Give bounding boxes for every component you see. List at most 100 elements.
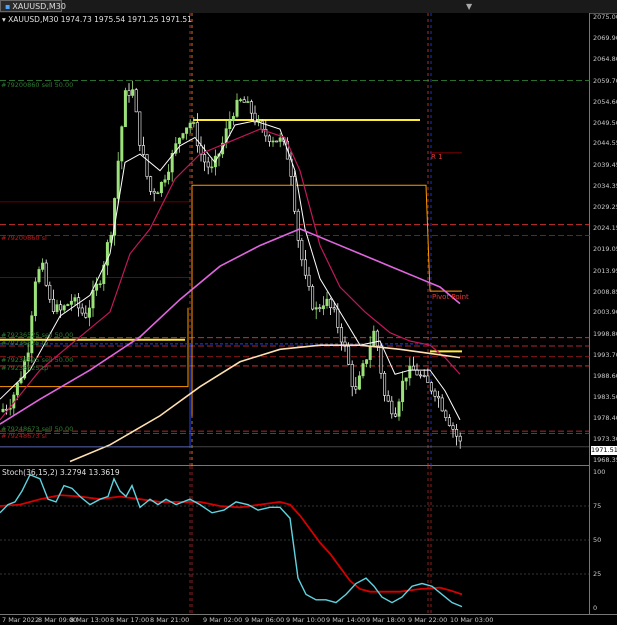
- time-tick-label: 9 Mar 06:00: [245, 616, 285, 624]
- time-tick-label: 9 Mar 22:00: [408, 616, 448, 624]
- candle-body: [372, 330, 376, 347]
- stochastic-panel[interactable]: Stoch(36,15,2) 3.2794 13.3619: [0, 466, 590, 614]
- candle-body: [303, 259, 307, 276]
- candle-body: [314, 307, 318, 310]
- candle-body: [354, 386, 358, 390]
- candle-body: [275, 140, 279, 143]
- candle-body: [91, 289, 95, 309]
- stoch-axis[interactable]: 100 75 50 25 0: [590, 466, 617, 614]
- candle-body: [375, 330, 379, 347]
- candle-body: [131, 89, 135, 96]
- price-tick-label: 2064.80: [593, 55, 617, 64]
- candle-body: [138, 111, 142, 146]
- price-tick-label: 2069.90: [593, 34, 617, 43]
- symbol-label: XAUUSD,M30: [8, 15, 59, 24]
- stoch-main-line: [0, 473, 463, 608]
- price-tick-label: 1988.60: [593, 371, 617, 380]
- candle-body: [185, 127, 189, 134]
- candle-body: [260, 120, 264, 130]
- candle-body: [278, 137, 282, 142]
- ma-long-line: [69, 344, 461, 463]
- time-tick-label: 8 Mar 13:00: [70, 616, 110, 624]
- candle-body: [1, 408, 5, 412]
- stoch-tick-label: 50: [593, 536, 602, 544]
- stochastic-canvas: [0, 466, 590, 614]
- trade-label-t6[interactable]: #79236525 tp: [1, 364, 48, 372]
- trade-label-t8[interactable]: #79248673 sl: [1, 432, 47, 440]
- candle-body: [311, 286, 315, 310]
- candle-body: [120, 126, 124, 162]
- time-tick-label: 7 Mar 2022: [2, 616, 40, 624]
- candle-body: [163, 179, 167, 183]
- price-chart-panel[interactable]: ▾ XAUUSD,M30 1974.73 1975.54 1971.25 197…: [0, 13, 590, 466]
- trade-label-t5[interactable]: #79236525 sell 50.00: [1, 356, 73, 364]
- price-tick-label: 2024.15: [593, 224, 617, 233]
- candle-body: [368, 346, 372, 360]
- r1-label: R 1: [431, 153, 443, 161]
- candle-body: [210, 166, 214, 169]
- candle-body: [447, 417, 451, 426]
- stoch-signal-line: [0, 494, 463, 596]
- candle-body: [159, 181, 163, 194]
- price-chart-canvas: [0, 13, 590, 466]
- price-tick-label: 1973.30: [593, 435, 617, 444]
- trade-label-t1[interactable]: #79200860 sell 50.00: [1, 81, 73, 89]
- ohlc-values: 1974.73 1975.54 1971.25 1971.51: [60, 15, 192, 24]
- price-tick-label: 1978.40: [593, 414, 617, 423]
- candle-body: [408, 365, 412, 379]
- candle-body: [332, 307, 336, 310]
- chart-tab-label: XAUUSD,M30: [12, 2, 66, 11]
- time-tick-label: 9 Mar 18:00: [366, 616, 406, 624]
- candle-body: [167, 171, 171, 181]
- candle-body: [62, 305, 66, 311]
- ma-slow-line: [0, 227, 461, 425]
- trade-label-t4[interactable]: #79236525 tp: [1, 339, 48, 347]
- pivot-point-label: Pivot Point: [432, 293, 469, 301]
- time-tick-label: 8 Mar 21:00: [150, 616, 190, 624]
- candle-body: [437, 396, 441, 399]
- time-axis[interactable]: 7 Mar 2022 8 Mar 09:00 8 Mar 13:00 8 Mar 17…: [0, 614, 617, 625]
- chart-shift-marker-icon[interactable]: ▼: [466, 2, 472, 11]
- price-tick-label: 2013.95: [593, 266, 617, 275]
- price-tick-label: 2054.60: [593, 97, 617, 106]
- candle-body: [383, 372, 387, 396]
- candle-body: [206, 161, 210, 168]
- candle-body: [37, 269, 41, 283]
- candle-body: [51, 298, 55, 312]
- candle-body: [44, 262, 48, 286]
- price-tick-label: 1983.50: [593, 393, 617, 402]
- candle-body: [357, 375, 361, 390]
- price-tick-label: 2003.90: [593, 308, 617, 317]
- collapse-arrow-icon[interactable]: ▾: [2, 15, 6, 24]
- candle-body: [455, 429, 459, 437]
- candle-body: [239, 99, 243, 101]
- candle-body: [95, 283, 99, 291]
- price-axis[interactable]: 2075.00 2069.90 2064.80 2059.70 2054.60 2049.…: [590, 13, 617, 466]
- trade-label-t3[interactable]: #79236525 sell 50.00: [1, 331, 73, 339]
- chart-symbol-header: ▾ XAUUSD,M30 1974.73 1975.54 1971.25 197…: [2, 15, 192, 24]
- chart-tab-xauusd-m30[interactable]: ▪ XAUUSD,M30: [0, 0, 66, 12]
- price-tick-label: 2049.50: [593, 118, 617, 127]
- candle-body: [246, 101, 250, 103]
- trade-label-t2[interactable]: #79200860 sl: [1, 234, 47, 242]
- stoch-tick-label: 0: [593, 604, 598, 612]
- candle-body: [433, 390, 437, 397]
- price-tick-label: 1993.70: [593, 350, 617, 359]
- candle-body: [192, 122, 196, 124]
- candle-body: [451, 425, 455, 430]
- candle-body: [321, 305, 325, 310]
- candle-body: [152, 191, 156, 194]
- candle-body: [235, 99, 239, 117]
- candle-body: [404, 377, 408, 382]
- candle-body: [55, 304, 59, 312]
- candle-body: [307, 274, 311, 287]
- candle-body: [41, 262, 45, 270]
- candle-body: [127, 90, 131, 96]
- ma-mid-line: [0, 128, 461, 421]
- candle-body: [271, 140, 275, 143]
- time-tick-label: 10 Mar 03:00: [450, 616, 494, 624]
- candle-body: [444, 410, 448, 419]
- ma-fast-line: [0, 120, 461, 421]
- candle-body: [329, 298, 333, 308]
- price-tick-label: 2039.45: [593, 160, 617, 169]
